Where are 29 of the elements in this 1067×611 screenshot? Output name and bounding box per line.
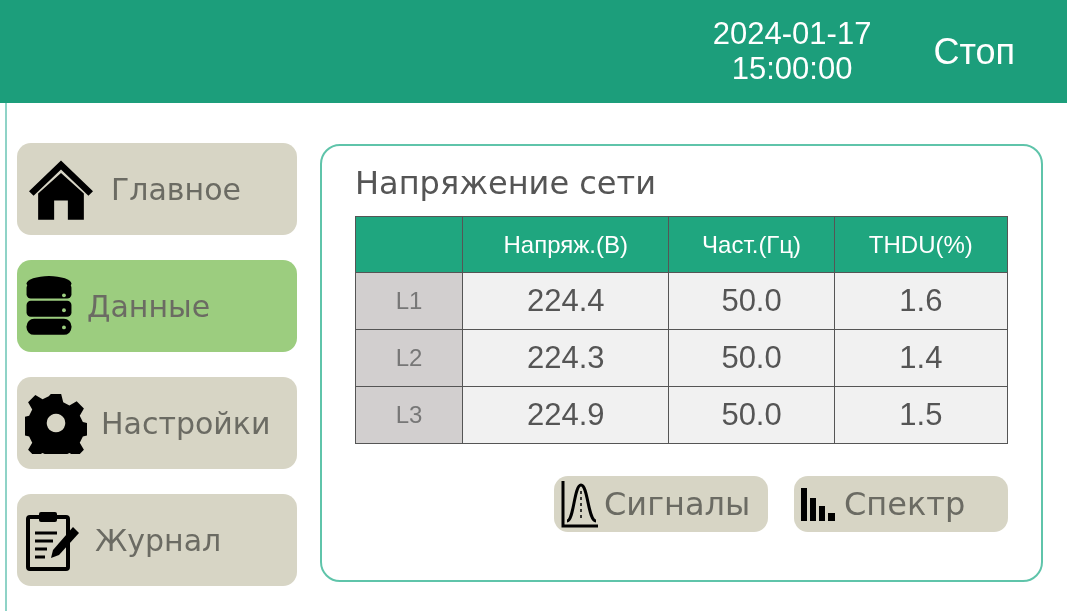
waveform-icon <box>560 479 600 530</box>
table-cell: 1.4 <box>834 329 1008 387</box>
column-header: Напряж.(В) <box>462 216 669 273</box>
panel-title: Напряжение сети <box>355 164 657 203</box>
gear-icon <box>25 392 87 454</box>
table-cell: 50.0 <box>668 386 835 444</box>
column-header: Част.(Гц) <box>668 216 835 273</box>
table-cell: 224.4 <box>462 272 669 330</box>
column-header: THDU(%) <box>834 216 1008 273</box>
nav-button[interactable]: Журнал <box>17 494 297 586</box>
clipboard-icon <box>25 509 81 571</box>
row-label: L2 <box>355 329 463 387</box>
action-button[interactable]: Спектр <box>794 476 1008 533</box>
date-text: 2024-01-17 <box>712 17 872 52</box>
action-button[interactable]: Сигналы <box>554 476 768 533</box>
table-cell: 224.9 <box>462 386 669 444</box>
table-cell: 1.5 <box>834 386 1008 444</box>
table-cell: 50.0 <box>668 272 835 330</box>
table-cell: 1.6 <box>834 272 1008 330</box>
nav-button[interactable]: Настройки <box>17 377 297 469</box>
row-label: L1 <box>355 272 463 330</box>
status-text: Стоп <box>933 29 1015 74</box>
nav-button[interactable]: Главное <box>17 143 297 235</box>
time-text: 15:00:00 <box>730 51 854 86</box>
table-cell: 50.0 <box>668 329 835 387</box>
table-cell: 224.3 <box>462 329 669 387</box>
row-label: L3 <box>355 386 463 444</box>
database-icon <box>25 275 73 337</box>
nav-button[interactable]: Данные <box>17 260 297 352</box>
